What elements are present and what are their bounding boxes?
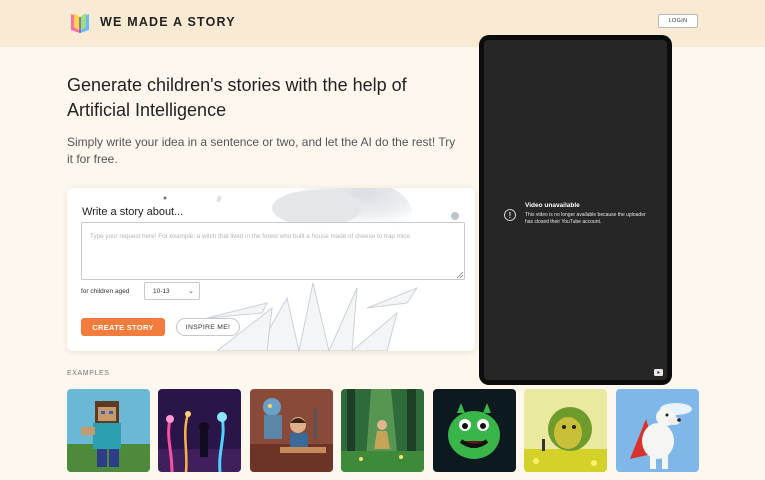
age-select[interactable]: 10-13 ⌄ — [144, 282, 200, 300]
youtube-icon[interactable] — [654, 369, 663, 376]
video-player[interactable]: ! Video unavailable This video is no lon… — [484, 40, 667, 380]
age-select-value: 10-13 — [153, 287, 170, 295]
example-story-thumbnail[interactable] — [158, 389, 241, 472]
robot-and-child-image — [250, 389, 333, 472]
page-subheadline: Simply write your idea in a sentence or … — [67, 135, 456, 166]
green-monster-image — [433, 389, 516, 472]
example-story-thumbnail[interactable] — [67, 389, 150, 472]
example-story-thumbnail[interactable] — [250, 389, 333, 472]
age-label: for children aged — [81, 288, 130, 295]
blocky-hero-image — [67, 389, 150, 472]
resize-handle-icon[interactable] — [457, 272, 463, 278]
book-icon[interactable] — [68, 12, 92, 34]
story-form-title: Write a story about... — [82, 206, 184, 218]
example-story-thumbnail[interactable] — [341, 389, 424, 472]
dog-with-cape-image — [616, 389, 699, 472]
create-story-button[interactable]: CREATE STORY — [81, 318, 165, 336]
brand-name[interactable]: WE MADE A STORY — [100, 15, 236, 29]
warning-icon: ! — [504, 209, 516, 221]
story-idea-input[interactable] — [81, 222, 465, 280]
login-button[interactable]: LOGIN — [658, 14, 698, 28]
video-unavailable-title: Video unavailable — [525, 202, 580, 209]
example-story-thumbnail[interactable] — [433, 389, 516, 472]
story-form-card: Write a story about... for children aged… — [67, 188, 475, 351]
girl-in-forest-image — [341, 389, 424, 472]
video-player-frame: ! Video unavailable This video is no lon… — [479, 35, 672, 385]
example-story-thumbnail[interactable] — [524, 389, 607, 472]
neon-forest-image — [158, 389, 241, 472]
inspire-me-button[interactable]: INSPIRE ME! — [176, 318, 240, 336]
chevron-down-icon: ⌄ — [188, 288, 194, 295]
examples-heading: EXAMPLES — [67, 370, 110, 377]
yellow-creature-image — [524, 389, 607, 472]
page-headline: Generate children's stories with the hel… — [67, 75, 407, 120]
video-unavailable-message: This video is no longer available becaus… — [525, 212, 646, 225]
example-story-thumbnail[interactable] — [616, 389, 699, 472]
